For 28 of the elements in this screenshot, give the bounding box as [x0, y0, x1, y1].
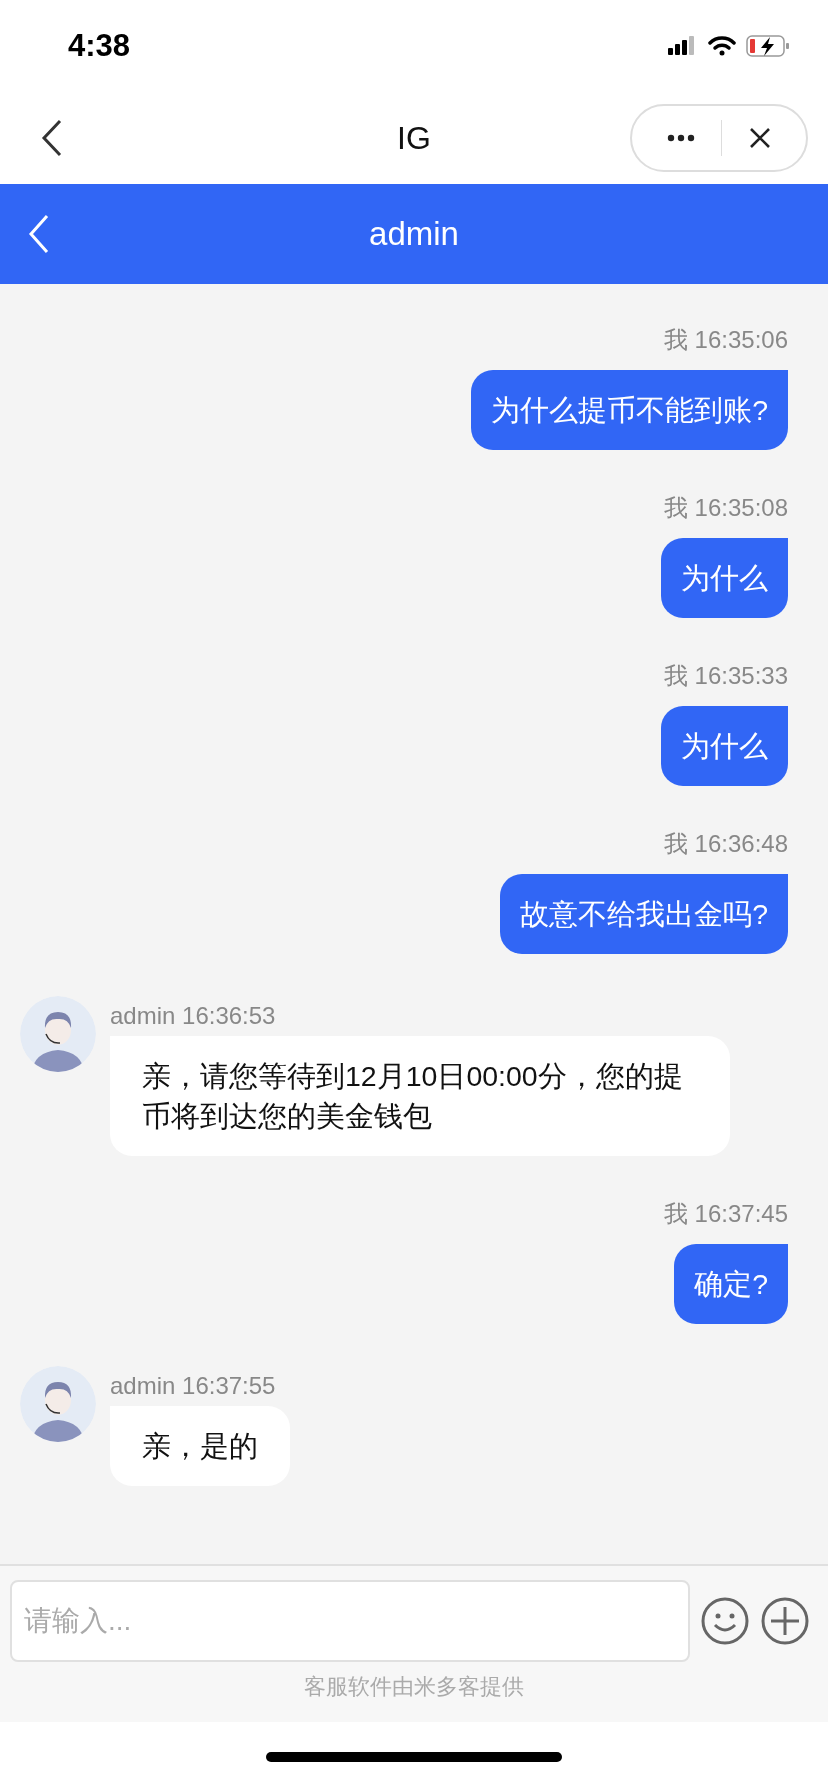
agent-avatar-icon	[20, 996, 96, 1072]
more-icon[interactable]	[667, 134, 696, 142]
message-input-field[interactable]: 请输入...	[10, 1580, 690, 1662]
message-meta: 我 16:36:48	[663, 829, 788, 859]
chat-title: admin	[369, 215, 459, 253]
emoji-icon[interactable]	[700, 1596, 750, 1646]
message-meta: 我 16:35:33	[663, 661, 788, 691]
sent-message-bubble: 为什么	[661, 538, 788, 618]
sent-message-bubble: 故意不给我出金吗?	[500, 874, 788, 954]
page-title: IG	[397, 119, 431, 157]
close-icon[interactable]	[748, 127, 771, 149]
message-meta: admin 16:36:53	[110, 1002, 277, 1030]
message-meta: 我 16:37:45	[663, 1199, 788, 1229]
sent-message-bubble: 确定?	[674, 1244, 788, 1324]
received-message-bubble: 亲，是的	[110, 1406, 290, 1486]
battery-charging-icon	[746, 35, 790, 57]
agent-avatar-icon	[20, 1366, 96, 1442]
provider-note: 客服软件由米多客提供	[304, 1673, 524, 1701]
message-meta: admin 16:37:55	[110, 1372, 277, 1400]
wifi-icon	[708, 36, 736, 56]
sent-message-bubble: 为什么提币不能到账?	[471, 370, 788, 450]
received-message-bubble: 亲，请您等待到12月10日00:00分，您的提币将到达您的美金钱包	[110, 1036, 730, 1156]
sent-message-bubble: 为什么	[661, 706, 788, 786]
status-time: 4:38	[68, 28, 131, 64]
back-icon[interactable]	[40, 119, 64, 157]
message-meta: 我 16:35:06	[663, 325, 788, 355]
add-icon[interactable]	[760, 1596, 810, 1646]
message-meta: 我 16:35:08	[663, 493, 788, 523]
